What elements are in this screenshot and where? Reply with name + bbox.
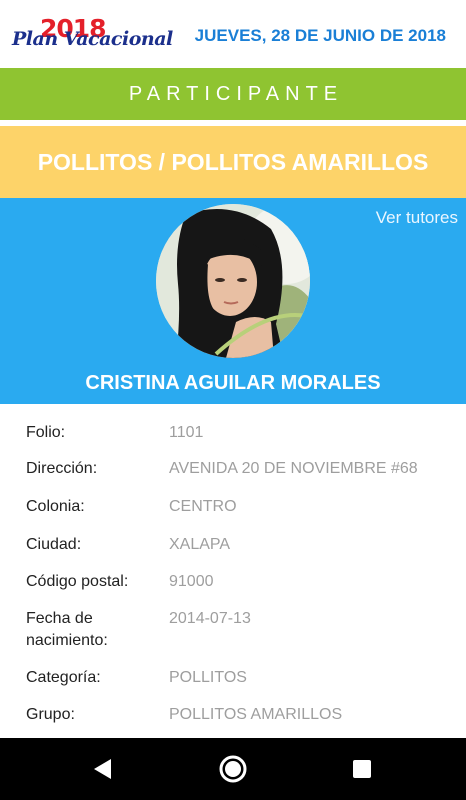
participant-name: CRISTINA AGUILAR MORALES xyxy=(85,372,381,394)
back-button[interactable] xyxy=(73,738,133,800)
detail-label: Categoría: xyxy=(26,669,101,686)
detail-value: POLLITOS AMARILLOS xyxy=(169,706,343,723)
system-navigation-bar xyxy=(0,738,466,800)
detail-value: 2014-07-13 xyxy=(169,610,251,627)
detail-value: POLLITOS xyxy=(169,669,247,686)
detail-label: Ciudad: xyxy=(26,536,82,553)
avatar xyxy=(156,204,310,358)
detail-label: Dirección: xyxy=(26,460,98,477)
back-icon xyxy=(94,759,111,779)
group-banner: POLLITOS / POLLITOS AMARILLOS xyxy=(0,126,466,198)
detail-label: Grupo: xyxy=(26,706,75,723)
detail-label: Colonia: xyxy=(26,498,85,515)
plan-vacacional-logo: 2018 Plan Vacacional xyxy=(12,14,173,56)
recents-button[interactable] xyxy=(332,738,392,800)
detail-label: Folio: xyxy=(26,424,66,441)
participant-details: Folio: 1101 Dirección: AVENIDA 20 DE NOV… xyxy=(0,404,466,738)
detail-value: AVENIDA 20 DE NOVIEMBRE #68 xyxy=(169,460,418,477)
detail-value: CENTRO xyxy=(169,498,237,515)
recents-icon xyxy=(353,760,371,778)
detail-value: 91000 xyxy=(169,573,214,590)
logo-script: Plan Vacacional xyxy=(12,28,173,50)
home-button[interactable] xyxy=(203,738,263,800)
detail-value: 1101 xyxy=(169,424,204,441)
detail-label: Código postal: xyxy=(26,573,129,590)
current-date: JUEVES, 28 DE JUNIO DE 2018 xyxy=(194,26,446,45)
participant-photo xyxy=(156,204,310,358)
role-label: PARTICIPANTE xyxy=(128,82,344,105)
detail-value: XALAPA xyxy=(169,536,231,553)
detail-label: Fecha de nacimiento: xyxy=(26,610,108,649)
group-label: POLLITOS / POLLITOS AMARILLOS xyxy=(37,148,429,175)
home-icon xyxy=(219,755,247,783)
profile-header: Ver tutores CRISTINA AGUILAR MORALES xyxy=(0,198,466,404)
app-header: 2018 Plan Vacacional JUEVES, 28 DE JUNIO… xyxy=(0,0,466,68)
role-banner: PARTICIPANTE xyxy=(0,68,466,120)
view-tutors-link[interactable]: Ver tutores xyxy=(376,208,458,228)
